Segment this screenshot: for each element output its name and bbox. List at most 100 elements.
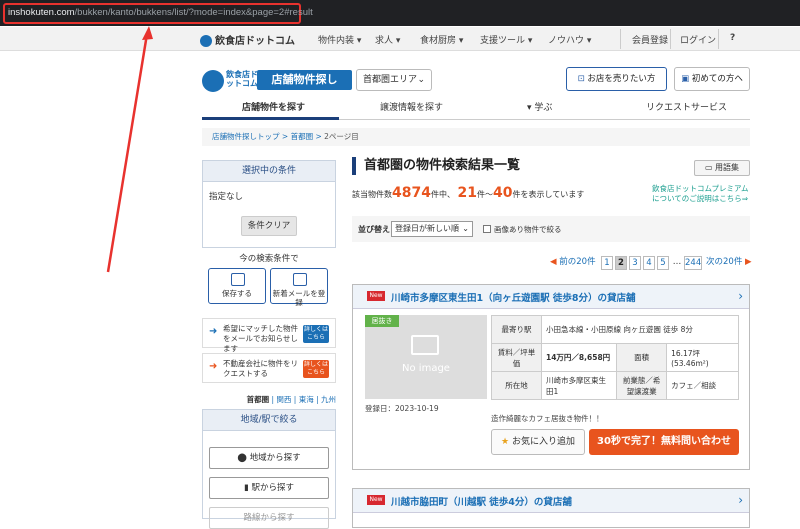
save-icon xyxy=(231,273,245,286)
region-kyushu[interactable]: 九州 xyxy=(321,395,336,404)
chevron-down-icon: ⌄ xyxy=(462,224,469,233)
url-text[interactable]: inshokuten.com/bukken/kanto/bukkens/list… xyxy=(8,7,313,18)
spec-value: 川崎市多摩区東生田1 xyxy=(540,371,618,400)
pager-page[interactable]: 4 xyxy=(643,256,655,270)
shop-icon: ⊡ xyxy=(577,74,588,84)
divider xyxy=(718,29,719,49)
station-filter-title: 地域/駅で絞る xyxy=(202,409,336,431)
listing-title[interactable]: 川越市脇田町（川越駅 徒歩4分）の貸店舗 xyxy=(391,494,572,508)
chevron-down-icon: ⌄ xyxy=(417,75,425,85)
spec-key: 所在地 xyxy=(491,371,542,400)
spec-value: 14万円／8,658円 xyxy=(540,343,618,372)
no-conditions-text: 指定なし xyxy=(209,192,244,202)
chevron-right-icon: › xyxy=(738,493,743,507)
no-image-label: No image xyxy=(402,363,450,374)
search-by-area-button[interactable]: ⬤ 地域から探す xyxy=(209,447,329,469)
register-mail-button[interactable]: 新着メールを登録 xyxy=(270,268,328,307)
logo-title: 店舗物件探し xyxy=(257,70,352,90)
nav-menu-bukken[interactable]: 物件内装 ▾ xyxy=(318,33,361,46)
add-favorite-button[interactable]: ★ お気に入り追加 xyxy=(491,429,585,455)
tab-search-property[interactable]: 店舗物件を探す xyxy=(242,100,305,113)
sort-label: 並び替え xyxy=(358,225,390,234)
spec-key: 賃料／坪単価 xyxy=(491,343,542,372)
help-icon[interactable]: ? xyxy=(730,33,735,43)
sort-select[interactable]: 登録日が新しい順 ⌄ xyxy=(391,221,473,237)
region-switcher: 首都圏 | 関西 | 東海 | 九州 xyxy=(246,395,336,404)
pin-icon: ⬤ xyxy=(237,453,250,463)
register-link[interactable]: 会員登録 xyxy=(632,33,668,46)
spec-key: 最寄り駅 xyxy=(491,315,542,344)
pager-ellipsis: … xyxy=(672,257,682,267)
pager-page[interactable]: 3 xyxy=(629,256,641,270)
book-icon: ▭ xyxy=(704,163,716,172)
page-title: 首都圏の物件検索結果一覧 xyxy=(352,157,520,175)
listing-description: 造作綺麗なカフェ居抜き物件！！ xyxy=(491,414,604,423)
nav-menu-tools[interactable]: 支援ツール ▾ xyxy=(480,33,532,46)
listing-header[interactable]: New 川崎市多摩区東生田1（向ヶ丘遊園駅 徒歩8分）の貸店舗 › xyxy=(353,285,749,309)
listing-title[interactable]: 川崎市多摩区東生田1（向ヶ丘遊園駅 徒歩8分）の貸店舗 xyxy=(391,290,636,304)
chevron-right-icon: › xyxy=(738,289,743,303)
pager-next[interactable]: 次の20件 ▶ xyxy=(706,256,752,270)
station-filter-box: ⬤ 地域から探す ▮ 駅から探す 路線から探す xyxy=(202,431,336,529)
search-by-station-button[interactable]: ▮ 駅から探す xyxy=(209,477,329,499)
divider xyxy=(620,29,621,49)
glossary-button[interactable]: ▭ 用語集 xyxy=(694,160,750,176)
book-icon: ▣ xyxy=(681,74,692,84)
current-conditions-label: 今の検索条件で xyxy=(239,254,299,264)
triangle-right-icon: ▶ xyxy=(742,257,752,267)
spec-table: 最寄り駅 小田急本線・小田原線 向ヶ丘遊園 徒歩 8分 賃料／坪単価 14万円／… xyxy=(491,315,739,400)
breadcrumb-top[interactable]: 店舗物件探しトップ xyxy=(212,132,280,141)
spec-value: 小田急本線・小田原線 向ヶ丘遊園 徒歩 8分 xyxy=(541,315,739,344)
spec-key: 前業態／希望譲渡業 xyxy=(616,371,668,400)
image-placeholder-icon xyxy=(411,335,439,355)
nav-menu-knowhow[interactable]: ノウハウ ▾ xyxy=(548,33,591,46)
listing-card[interactable]: New 川越市脇田町（川越駅 徒歩4分）の貸店舗 › xyxy=(352,488,750,528)
pager-prev[interactable]: ◀ 前の20件 xyxy=(550,256,596,270)
sidebar: 選択中の条件 指定なし 条件クリア 今の検索条件で xyxy=(202,160,336,268)
breadcrumb-shutoken[interactable]: 首都圏 xyxy=(291,132,314,141)
triangle-left-icon: ◀ xyxy=(550,257,560,267)
pager-page-last[interactable]: 244 xyxy=(684,256,702,270)
request-promo-banner[interactable]: ➜ 不動産会社に物件をリクエストする 詳しくはこちら xyxy=(202,353,336,383)
pager-page[interactable]: 5 xyxy=(657,256,669,270)
selected-conditions-box: 指定なし 条件クリア xyxy=(202,182,336,248)
tab-request-service[interactable]: リクエストサービス xyxy=(646,100,727,113)
new-badge: New xyxy=(367,495,385,505)
divider xyxy=(670,29,671,49)
login-link[interactable]: ログイン xyxy=(680,33,716,46)
sell-shop-button[interactable]: ⊡ お店を売りたい方 xyxy=(566,67,667,91)
logo-icon xyxy=(202,70,224,92)
tab-learn[interactable]: ▾ 学ぶ xyxy=(527,100,552,113)
registered-date: 登録日：2023-10-19 xyxy=(365,404,439,413)
region-kansai[interactable]: 関西 xyxy=(276,395,291,404)
save-conditions-button[interactable]: 保存する xyxy=(208,268,266,304)
global-nav: 飲食店ドットコム 物件内装 ▾ 求人 ▾ 食材厨房 ▾ 支援ツール ▾ ノウハウ… xyxy=(0,27,800,51)
pager-page-current: 2 xyxy=(615,256,627,270)
spec-value: 16.17坪(53.46m²) xyxy=(666,343,739,372)
listing-header[interactable]: New 川越市脇田町（川越駅 徒歩4分）の貸店舗 › xyxy=(353,489,749,513)
tab-transfer-info[interactable]: 譲渡情報を探す xyxy=(380,100,443,113)
beginner-button[interactable]: ▣ 初めての方へ xyxy=(674,67,750,91)
region-current: 首都圏 xyxy=(246,395,270,404)
search-by-route-button[interactable]: 路線から探す xyxy=(209,507,329,529)
nav-menu-kyujin[interactable]: 求人 ▾ xyxy=(375,33,400,46)
arrow-right-icon: ➜ xyxy=(209,361,218,372)
premium-link[interactable]: 飲食店ドットコムプレミアムについてのご説明はこちら⇒ xyxy=(652,184,752,204)
area-select[interactable]: 首都圏エリア ⌄ xyxy=(356,69,432,91)
listing-image[interactable]: 居抜き No image xyxy=(365,315,487,399)
free-inquiry-button[interactable]: 30秒で完了！無料問い合わせ xyxy=(589,429,739,455)
image-only-label: 画像あり物件で絞る xyxy=(494,225,562,234)
listing-card[interactable]: New 川崎市多摩区東生田1（向ヶ丘遊園駅 徒歩8分）の貸店舗 › 居抜き No… xyxy=(352,284,750,470)
browser-address-bar: inshokuten.com/bukken/kanto/bukkens/list… xyxy=(0,0,800,26)
inuki-tag: 居抜き xyxy=(365,315,399,327)
pager-page[interactable]: 1 xyxy=(601,256,613,270)
site-logo-small[interactable]: 飲食店ドットコム xyxy=(200,32,295,47)
image-only-checkbox[interactable] xyxy=(483,225,491,233)
nav-menu-shokuzai[interactable]: 食材厨房 ▾ xyxy=(420,33,463,46)
clear-conditions-button[interactable]: 条件クリア xyxy=(241,216,297,236)
mail-promo-banner[interactable]: ➜ 希望にマッチした物件をメールでお知らせします 詳しくはこちら xyxy=(202,318,336,353)
mail-icon xyxy=(293,273,307,286)
breadcrumb: 店舗物件探しトップ > 首都圏 > 2ページ目 xyxy=(202,128,750,146)
logo-brand: 飲食店ドットコム xyxy=(226,70,258,88)
region-tokai[interactable]: 東海 xyxy=(299,395,314,404)
